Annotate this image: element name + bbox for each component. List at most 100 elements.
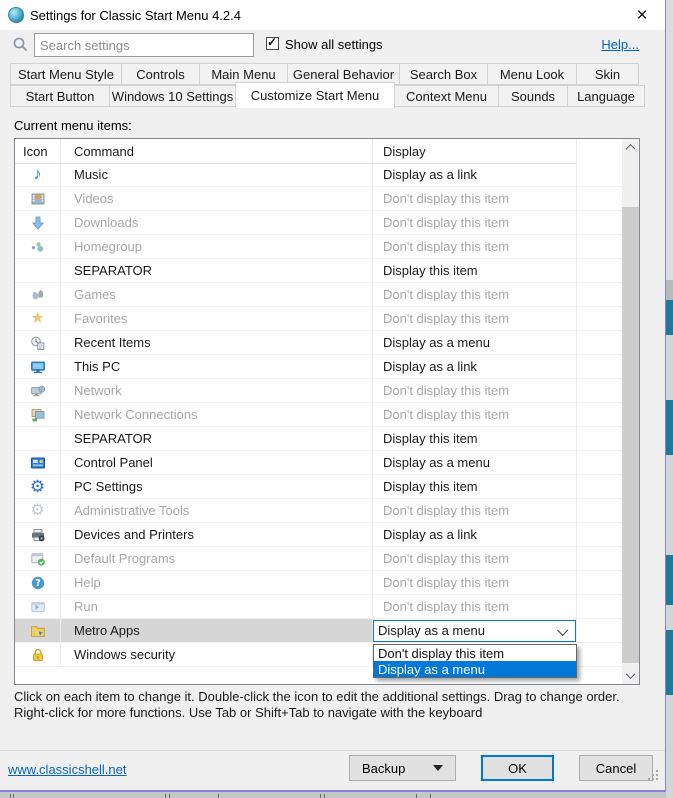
command-cell[interactable]: Devices and Printers: [61, 523, 373, 546]
display-cell[interactable]: Don't display this item: [373, 547, 577, 570]
command-cell[interactable]: Windows security: [61, 643, 373, 666]
command-cell[interactable]: Administrative Tools: [61, 499, 373, 522]
table-row-homegroup[interactable]: Homegroup Don't display this item: [15, 235, 622, 259]
icon-cell[interactable]: [15, 595, 61, 618]
command-cell[interactable]: Music: [61, 163, 373, 186]
command-cell[interactable]: Recent Items: [61, 331, 373, 354]
command-cell[interactable]: Downloads: [61, 211, 373, 234]
tab-start-menu-style[interactable]: Start Menu Style: [10, 63, 122, 85]
table-row-favorites[interactable]: ★ Favorites Don't display this item: [15, 307, 622, 331]
close-icon[interactable]: ×: [629, 4, 655, 26]
cancel-button[interactable]: Cancel: [579, 755, 653, 781]
scroll-up-icon[interactable]: [622, 139, 639, 156]
icon-cell[interactable]: [15, 619, 61, 642]
command-cell[interactable]: This PC: [61, 355, 373, 378]
icon-cell[interactable]: [15, 427, 61, 450]
table-row-administrative-tools[interactable]: ⚙ Administrative Tools Don't display this …: [15, 499, 622, 523]
command-cell[interactable]: Homegroup: [61, 235, 373, 258]
icon-cell[interactable]: [15, 283, 61, 306]
tab-customize-start-menu[interactable]: Customize Start Menu: [235, 82, 395, 108]
display-cell[interactable]: Don't display this item: [373, 403, 577, 426]
table-row-run[interactable]: Run Don't display this item: [15, 595, 622, 619]
display-cell[interactable]: Display as a link: [373, 163, 577, 186]
table-row-downloads[interactable]: Downloads Don't display this item: [15, 211, 622, 235]
icon-cell[interactable]: [15, 547, 61, 570]
icon-cell[interactable]: ★: [15, 307, 61, 330]
table-row-recent-items[interactable]: Recent Items Display as a menu: [15, 331, 622, 355]
icon-cell[interactable]: ♪: [15, 163, 61, 186]
display-cell[interactable]: Display this item: [373, 427, 577, 450]
display-cell[interactable]: Display as a menu: [373, 619, 577, 642]
icon-cell[interactable]: [15, 187, 61, 210]
tab-windows-10-settings[interactable]: Windows 10 Settings: [109, 85, 236, 107]
tab-search-box[interactable]: Search Box: [399, 63, 488, 85]
table-row-help[interactable]: ? Help Don't display this item: [15, 571, 622, 595]
command-cell[interactable]: Default Programs: [61, 547, 373, 570]
classicshell-link[interactable]: www.classicshell.net: [8, 762, 127, 777]
tab-context-menu[interactable]: Context Menu: [394, 85, 499, 107]
table-row-games[interactable]: Games Don't display this item: [15, 283, 622, 307]
scrollbar-thumb[interactable]: [622, 207, 639, 663]
display-cell[interactable]: Don't display this item: [373, 307, 577, 330]
icon-cell[interactable]: [15, 451, 61, 474]
command-cell[interactable]: Run: [61, 595, 373, 618]
table-row-network-connections[interactable]: Network Connections Don't display this it…: [15, 403, 622, 427]
tab-sounds[interactable]: Sounds: [498, 85, 568, 107]
tab-controls[interactable]: Controls: [121, 63, 200, 85]
table-row-devices-and-printers[interactable]: Devices and Printers Display as a link: [15, 523, 622, 547]
display-cell[interactable]: Don't display this item: [373, 595, 577, 618]
display-combobox[interactable]: Display as a menu: [373, 619, 576, 642]
tab-start-button[interactable]: Start Button: [10, 85, 110, 107]
display-cell[interactable]: Display as a link: [373, 355, 577, 378]
table-row-network[interactable]: Network Don't display this item: [15, 379, 622, 403]
command-cell[interactable]: PC Settings: [61, 475, 373, 498]
icon-cell[interactable]: [15, 331, 61, 354]
icon-cell[interactable]: [15, 403, 61, 426]
table-row-separator[interactable]: SEPARATOR Display this item: [15, 427, 622, 451]
icon-cell[interactable]: [15, 355, 61, 378]
command-cell[interactable]: Games: [61, 283, 373, 306]
icon-cell[interactable]: [15, 643, 61, 666]
table-row-music[interactable]: ♪ Music Display as a link: [15, 163, 622, 187]
command-cell[interactable]: Favorites: [61, 307, 373, 330]
dropdown-option-display-as-a-menu[interactable]: Display as a menu: [374, 661, 576, 677]
tab-skin[interactable]: Skin: [576, 63, 639, 85]
icon-cell[interactable]: ?: [15, 571, 61, 594]
table-row-videos[interactable]: Videos Don't display this item: [15, 187, 622, 211]
help-link[interactable]: Help...: [601, 37, 639, 52]
display-cell[interactable]: Don't display this item: [373, 211, 577, 234]
display-cell[interactable]: Display as a menu: [373, 451, 577, 474]
command-cell[interactable]: Control Panel: [61, 451, 373, 474]
display-cell[interactable]: Don't display this item: [373, 499, 577, 522]
tab-language[interactable]: Language: [567, 85, 645, 107]
tab-menu-look[interactable]: Menu Look: [487, 63, 577, 85]
scroll-down-icon[interactable]: [622, 667, 639, 684]
table-row-pc-settings[interactable]: ⚙ PC Settings Display this item: [15, 475, 622, 499]
display-cell[interactable]: Display as a menu: [373, 331, 577, 354]
resize-grip[interactable]: [647, 770, 659, 782]
command-cell[interactable]: Help: [61, 571, 373, 594]
icon-cell[interactable]: [15, 523, 61, 546]
ok-button[interactable]: OK: [481, 755, 554, 781]
table-row-this-pc[interactable]: This PC Display as a link: [15, 355, 622, 379]
command-cell[interactable]: SEPARATOR: [61, 427, 373, 450]
table-row-metro-apps[interactable]: Metro Apps Display as a menu: [15, 619, 622, 643]
command-cell[interactable]: SEPARATOR: [61, 259, 373, 282]
search-input[interactable]: [34, 33, 254, 57]
display-cell[interactable]: Don't display this item: [373, 571, 577, 594]
display-cell[interactable]: Don't display this item: [373, 379, 577, 402]
icon-cell[interactable]: [15, 211, 61, 234]
icon-cell[interactable]: ⚙: [15, 475, 61, 498]
table-row-separator[interactable]: SEPARATOR Display this item: [15, 259, 622, 283]
command-cell[interactable]: Videos: [61, 187, 373, 210]
display-cell[interactable]: Display this item: [373, 259, 577, 282]
command-cell[interactable]: Network: [61, 379, 373, 402]
icon-cell[interactable]: ⚙: [15, 499, 61, 522]
show-all-settings-checkbox[interactable]: [266, 35, 279, 50]
dropdown-option-don-t-display-this-item[interactable]: Don't display this item: [374, 645, 576, 661]
icon-cell[interactable]: [15, 259, 61, 282]
display-cell[interactable]: Display this item: [373, 475, 577, 498]
table-row-default-programs[interactable]: Default Programs Don't display this item: [15, 547, 622, 571]
display-cell[interactable]: Don't display this item: [373, 187, 577, 210]
table-row-control-panel[interactable]: Control Panel Display as a menu: [15, 451, 622, 475]
